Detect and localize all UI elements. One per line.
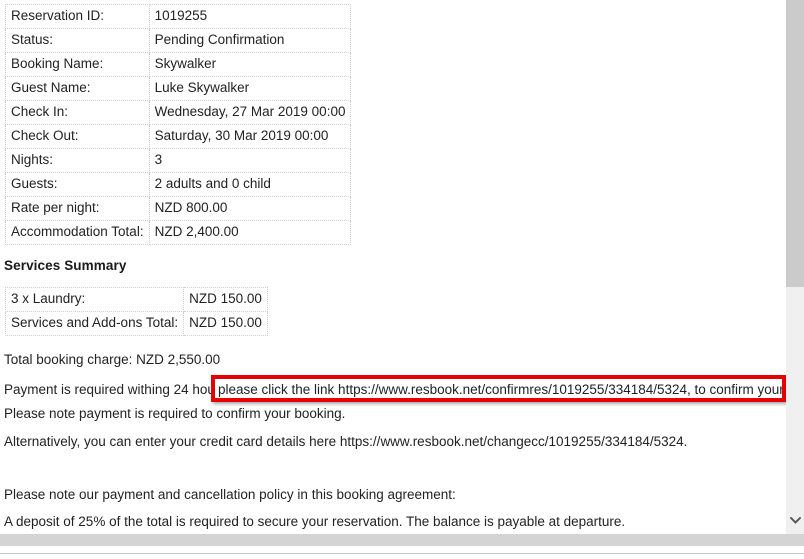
- row-value: Saturday, 30 Mar 2019 00:00: [148, 124, 352, 149]
- row-label: Guests:: [5, 172, 150, 197]
- services-summary-table: 3 x Laundry: NZD 150.00 Services and Add…: [4, 287, 268, 336]
- row-label: Check Out:: [5, 124, 150, 149]
- service-value: NZD 150.00: [183, 311, 268, 336]
- scroll-down-button[interactable]: [786, 506, 804, 534]
- table-row: Rate per night: NZD 800.00: [5, 196, 352, 221]
- service-value: NZD 150.00: [183, 287, 268, 312]
- bottom-below-rule: [0, 554, 804, 559]
- content-viewport: Reservation ID: 1019255 Status: Pending …: [0, 0, 786, 534]
- row-value: Skywalker: [148, 52, 352, 77]
- services-table-body: 3 x Laundry: NZD 150.00 Services and Add…: [4, 287, 268, 336]
- row-label: Reservation ID:: [5, 4, 150, 29]
- total-booking-charge-text: Total booking charge: NZD 2,550.00: [4, 352, 221, 367]
- confirmation-link-highlight-box: please click the link https://www.resboo…: [211, 375, 786, 402]
- row-label: Booking Name:: [5, 52, 150, 77]
- deposit-terms-text: A deposit of 25% of the total is require…: [4, 514, 626, 529]
- row-label: Accommodation Total:: [5, 220, 150, 245]
- row-label: Rate per night:: [5, 196, 150, 221]
- service-label: 3 x Laundry:: [4, 287, 185, 312]
- table-row: Services and Add-ons Total: NZD 150.00: [4, 311, 268, 336]
- email-preview-page: Reservation ID: 1019255 Status: Pending …: [0, 0, 804, 559]
- table-row: Accommodation Total: NZD 2,400.00: [5, 220, 352, 245]
- table-row: Guests: 2 adults and 0 child: [5, 172, 352, 197]
- table-row: 3 x Laundry: NZD 150.00: [4, 287, 268, 312]
- table-row: Status: Pending Confirmation: [5, 28, 352, 53]
- chevron-down-icon: [789, 516, 801, 524]
- table-row: Reservation ID: 1019255: [5, 4, 352, 29]
- scrollbar-thumb[interactable]: [786, 0, 804, 287]
- row-value: Wednesday, 27 Mar 2019 00:00: [148, 100, 352, 125]
- row-label: Guest Name:: [5, 76, 150, 101]
- row-value: Luke Skywalker: [148, 76, 352, 101]
- payment-required-text: Payment is required withing 24 hours,: [4, 382, 230, 397]
- table-row: Nights: 3: [5, 148, 352, 173]
- row-value: 1019255: [148, 4, 352, 29]
- payment-note-text: Please note payment is required to confi…: [4, 406, 346, 421]
- row-value: 3: [148, 148, 352, 173]
- confirmation-link-text[interactable]: please click the link https://www.resboo…: [218, 382, 782, 398]
- reservation-table-body: Reservation ID: 1019255 Status: Pending …: [5, 4, 352, 245]
- table-row: Check Out: Saturday, 30 Mar 2019 00:00: [5, 124, 352, 149]
- reservation-details-table: Reservation ID: 1019255 Status: Pending …: [5, 4, 352, 245]
- policy-intro-text: Please note our payment and cancellation…: [4, 487, 456, 502]
- bottom-grey-bar: [0, 534, 804, 546]
- table-row: Booking Name: Skywalker: [5, 52, 352, 77]
- row-value: NZD 2,400.00: [148, 220, 352, 245]
- row-value: NZD 800.00: [148, 196, 352, 221]
- service-label: Services and Add-ons Total:: [4, 311, 185, 336]
- row-label: Nights:: [5, 148, 150, 173]
- table-row: Check In: Wednesday, 27 Mar 2019 00:00: [5, 100, 352, 125]
- vertical-scrollbar[interactable]: [786, 0, 804, 534]
- row-label: Check In:: [5, 100, 150, 125]
- bottom-gap: [0, 546, 804, 553]
- alternative-credit-card-text: Alternatively, you can enter your credit…: [4, 434, 688, 449]
- row-value: 2 adults and 0 child: [148, 172, 352, 197]
- services-summary-heading: Services Summary: [4, 258, 127, 273]
- table-row: Guest Name: Luke Skywalker: [5, 76, 352, 101]
- row-label: Status:: [5, 28, 150, 53]
- row-value: Pending Confirmation: [148, 28, 352, 53]
